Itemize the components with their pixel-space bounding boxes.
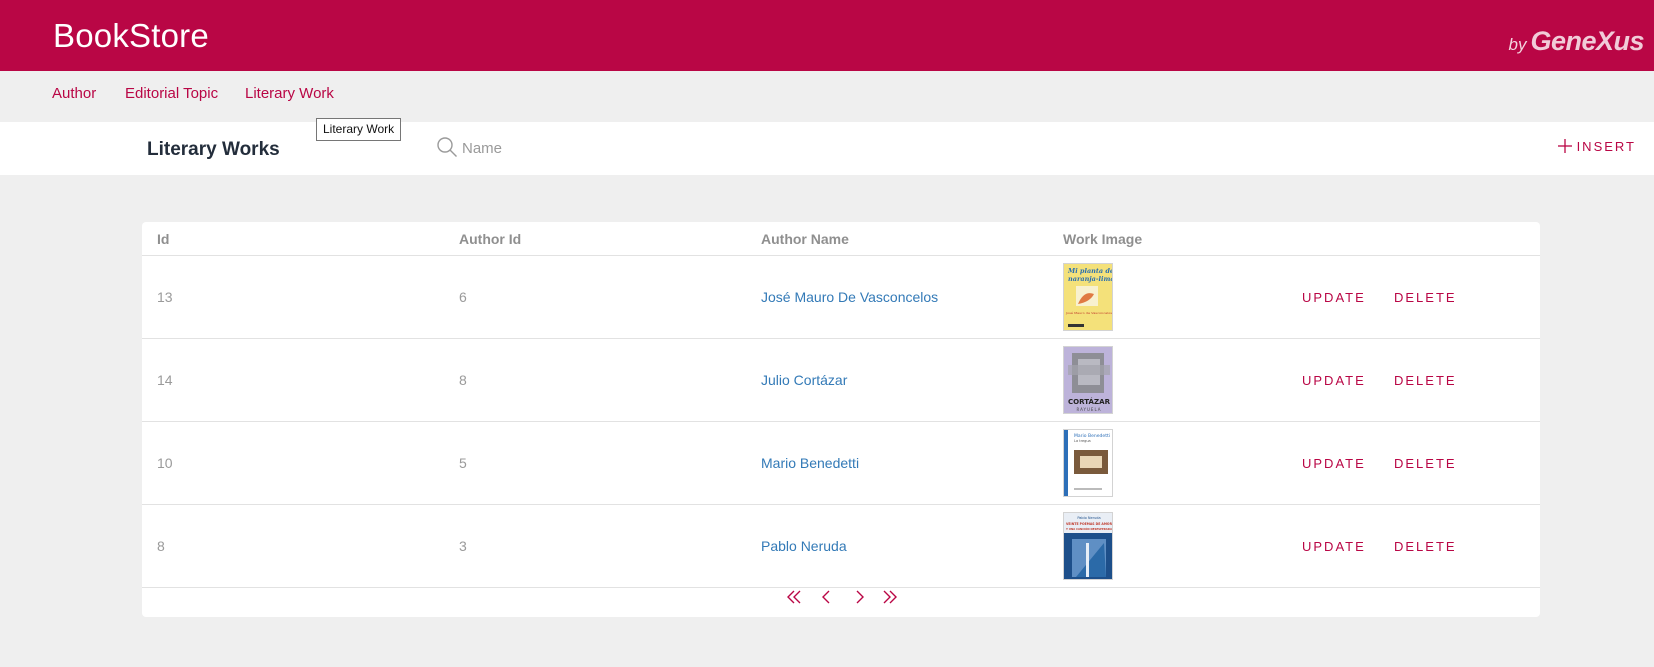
byline-brand: GeneXus — [1530, 26, 1644, 56]
cell-id: 14 — [157, 372, 173, 388]
book-cover-image: Pablo Neruda VEINTE POEMAS DE AMOR Y UNA… — [1064, 513, 1112, 579]
table-row: 10 5 Mario Benedetti Mario Benedetti La … — [142, 422, 1540, 505]
cell-author-name-link[interactable]: José Mauro De Vasconcelos — [761, 289, 938, 305]
page-title: Literary Works — [147, 139, 280, 160]
table-row: 13 6 José Mauro De Vasconcelos Mi planta… — [142, 256, 1540, 339]
work-image-thumbnail[interactable]: CORTÁZAR RAYUELA — [1063, 346, 1113, 414]
double-chevron-left-icon — [787, 590, 801, 604]
cover-text-title: VEINTE POEMAS DE AMOR — [1066, 522, 1112, 526]
menu-item-author[interactable]: Author — [52, 85, 96, 102]
column-header-work-image[interactable]: Work Image — [1063, 231, 1142, 247]
app-title[interactable]: BookStore — [53, 17, 209, 55]
update-button[interactable]: UPDATE — [1302, 456, 1366, 471]
work-image-thumbnail[interactable]: Pablo Neruda VEINTE POEMAS DE AMOR Y UNA… — [1063, 512, 1113, 580]
cover-text-author: CORTÁZAR — [1068, 397, 1111, 406]
chevron-right-icon — [856, 590, 864, 604]
main-menu: Author Editorial Topic Literary Work — [0, 71, 1654, 122]
search-icon — [437, 137, 457, 157]
insert-label: INSERT — [1576, 138, 1636, 154]
column-header-author-id[interactable]: Author Id — [459, 231, 521, 247]
delete-button[interactable]: DELETE — [1394, 456, 1457, 471]
genexus-logo: by GeneXus — [1508, 26, 1644, 57]
cover-text-title: Mi planta de — [1067, 267, 1113, 275]
cell-id: 13 — [157, 289, 173, 305]
tooltip-literary-work: Literary Work — [316, 118, 402, 141]
work-image-thumbnail[interactable]: Mi planta de naranja-lima José Mauro de … — [1063, 263, 1113, 331]
cover-text-title: La tregua — [1074, 439, 1091, 443]
delete-button[interactable]: DELETE — [1394, 373, 1457, 388]
chevron-left-icon — [822, 590, 830, 604]
insert-button[interactable]: INSERT — [1557, 138, 1636, 154]
cover-text-author: José Mauro de Vasconcelos — [1065, 311, 1113, 315]
delete-button[interactable]: DELETE — [1394, 539, 1457, 554]
search-input[interactable] — [462, 134, 962, 162]
pagination — [142, 588, 1540, 612]
cell-author-id: 5 — [459, 455, 467, 471]
cell-author-name-link[interactable]: Mario Benedetti — [761, 455, 859, 471]
update-button[interactable]: UPDATE — [1302, 373, 1366, 388]
cell-author-id: 8 — [459, 372, 467, 388]
grid-header: Id Author Id Author Name Work Image — [142, 222, 1540, 256]
table-row: 14 8 Julio Cortázar CORTÁZAR RAYUELA UPD… — [142, 339, 1540, 422]
first-page-button[interactable] — [785, 588, 803, 611]
last-page-button[interactable] — [881, 588, 899, 611]
cover-text-subtitle: Y UNA CANCIÓN DESESPERADA — [1065, 526, 1112, 531]
book-cover-image: Mario Benedetti La tregua — [1064, 430, 1112, 496]
cell-author-id: 3 — [459, 538, 467, 554]
cover-text-title: RAYUELA — [1077, 407, 1102, 412]
column-header-author-name[interactable]: Author Name — [761, 231, 849, 247]
book-cover-image: Mi planta de naranja-lima José Mauro de … — [1064, 264, 1113, 330]
update-button[interactable]: UPDATE — [1302, 290, 1366, 305]
cover-text-author: Mario Benedetti — [1074, 433, 1110, 438]
cell-author-name-link[interactable]: Julio Cortázar — [761, 372, 847, 388]
plus-icon — [1557, 139, 1572, 153]
cover-text-subtitle: naranja-lima — [1068, 275, 1113, 283]
update-button[interactable]: UPDATE — [1302, 539, 1366, 554]
work-image-thumbnail[interactable]: Mario Benedetti La tregua — [1063, 429, 1113, 497]
double-chevron-right-icon — [883, 590, 897, 604]
byline-by: by — [1508, 35, 1527, 54]
cover-text-author: Pablo Neruda — [1077, 516, 1100, 520]
column-header-id[interactable]: Id — [157, 231, 169, 247]
title-bar: Literary Works INSERT — [0, 122, 1654, 175]
cell-author-id: 6 — [459, 289, 467, 305]
table-row: 8 3 Pablo Neruda Pablo Neruda VEINTE POE… — [142, 505, 1540, 588]
previous-page-button[interactable] — [818, 588, 836, 611]
app-header: BookStore by GeneXus — [0, 0, 1654, 71]
next-page-button[interactable] — [850, 588, 868, 611]
cell-author-name-link[interactable]: Pablo Neruda — [761, 538, 847, 554]
cell-id: 10 — [157, 455, 173, 471]
menu-item-literary-work[interactable]: Literary Work — [245, 85, 334, 102]
menu-item-editorial-topic[interactable]: Editorial Topic — [125, 85, 218, 102]
book-cover-image: CORTÁZAR RAYUELA — [1064, 347, 1112, 413]
literary-works-grid: Id Author Id Author Name Work Image 13 6… — [142, 222, 1540, 617]
cell-id: 8 — [157, 538, 165, 554]
delete-button[interactable]: DELETE — [1394, 290, 1457, 305]
